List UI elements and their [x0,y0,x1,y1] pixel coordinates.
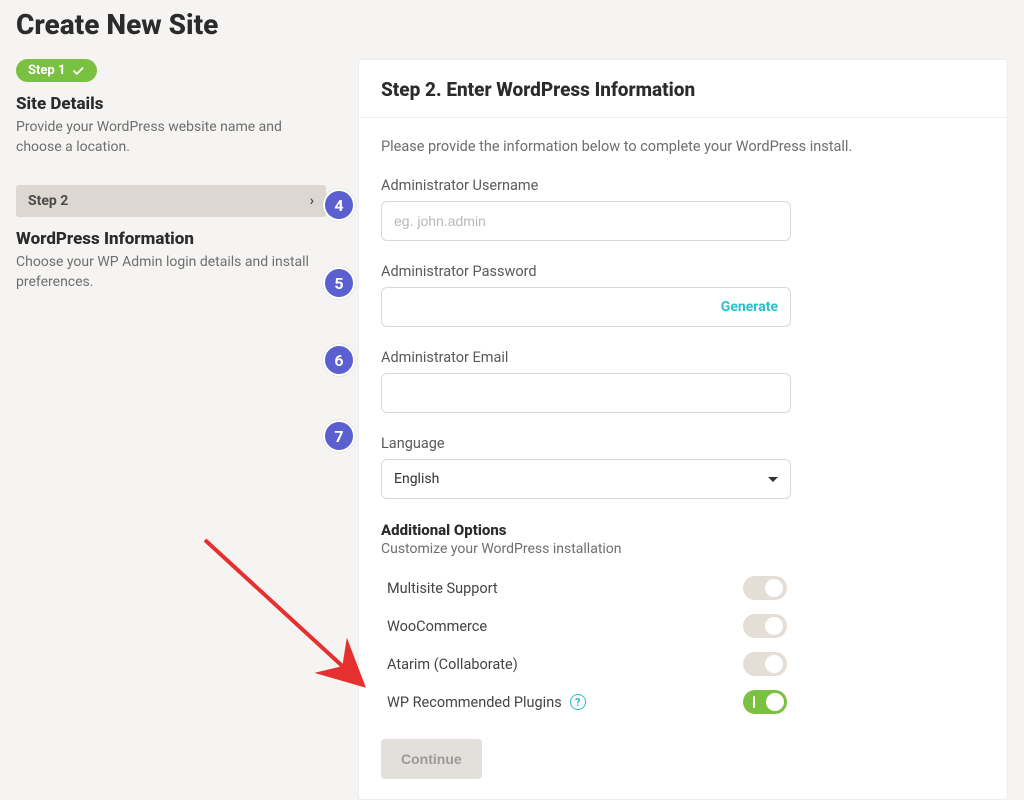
option-multisite-label: Multisite Support [387,580,498,597]
username-input[interactable] [394,202,778,240]
username-input-wrap [381,201,791,241]
email-input[interactable] [394,374,778,412]
check-icon [71,64,85,78]
sidebar-step2-bar[interactable]: Step 2 › [16,185,326,217]
caret-down-icon [768,477,778,482]
additional-options-heading: Additional Options [381,521,985,539]
step1-badge-text: Step 1 [28,63,65,78]
main-panel: Step 2. Enter WordPress Information Plea… [358,59,1008,800]
field-email: Administrator Email [381,349,985,413]
annotation-marker-7: 7 [323,420,355,452]
sidebar-step2-label: Step 2 [28,193,68,209]
field-username: Administrator Username [381,177,985,241]
sidebar-section-site-details-desc: Provide your WordPress website name and … [16,118,326,157]
option-wp-plugins: WP Recommended Plugins ? [381,683,791,721]
email-label: Administrator Email [381,349,985,366]
password-input[interactable] [394,288,721,326]
option-atarim-toggle[interactable] [743,652,787,676]
password-label: Administrator Password [381,263,985,280]
annotation-marker-5: 5 [323,267,355,299]
option-multisite-toggle[interactable] [743,576,787,600]
language-select[interactable]: English [381,459,791,499]
page-title: Create New Site [16,8,1008,41]
help-icon[interactable]: ? [570,694,586,710]
option-atarim-label: Atarim (Collaborate) [387,656,518,673]
password-input-wrap: Generate [381,287,791,327]
chevron-right-icon: › [310,193,314,209]
sidebar-section-wp-info-title: WordPress Information [16,229,326,249]
option-multisite: Multisite Support [381,569,791,607]
username-label: Administrator Username [381,177,985,194]
continue-button[interactable]: Continue [381,739,482,779]
option-woocommerce-label: WooCommerce [387,618,487,635]
option-wp-plugins-toggle[interactable] [743,690,787,714]
field-language: Language English [381,435,985,499]
option-atarim: Atarim (Collaborate) [381,645,791,683]
language-label: Language [381,435,985,452]
generate-password-button[interactable]: Generate [721,299,778,315]
option-woocommerce-toggle[interactable] [743,614,787,638]
sidebar-section-wp-info-desc: Choose your WP Admin login details and i… [16,253,326,292]
annotation-marker-6: 6 [323,344,355,376]
annotation-marker-4: 4 [323,189,355,221]
field-password: Administrator Password Generate [381,263,985,327]
main-intro: Please provide the information below to … [381,138,985,155]
additional-options-sub: Customize your WordPress installation [381,541,985,557]
sidebar-section-site-details-title: Site Details [16,94,326,114]
language-value: English [394,471,439,487]
option-woocommerce: WooCommerce [381,607,791,645]
main-heading: Step 2. Enter WordPress Information [381,78,985,101]
sidebar: Step 1 Site Details Provide your WordPre… [16,59,326,800]
email-input-wrap [381,373,791,413]
option-wp-plugins-label: WP Recommended Plugins [387,694,562,711]
step1-badge: Step 1 [16,59,97,82]
